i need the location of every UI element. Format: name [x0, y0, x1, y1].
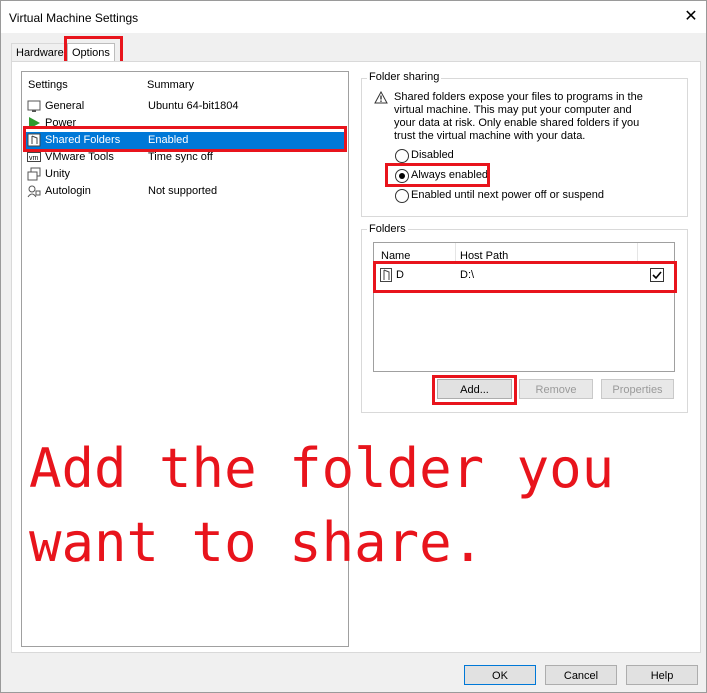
settings-column-header: Settings — [28, 79, 68, 91]
tab-hardware[interactable]: Hardware — [11, 43, 69, 62]
title-bar: Virtual Machine Settings ✕ — [1, 1, 706, 33]
folders-label: Folders — [367, 223, 408, 235]
summary-column-header: Summary — [147, 79, 195, 91]
folders-table-header: Name Host Path — [374, 243, 674, 262]
unity-icon — [27, 167, 41, 181]
radio-button[interactable] — [395, 149, 409, 163]
list-item-label: Autologin — [45, 185, 91, 197]
highlight-shared-folders — [23, 126, 347, 152]
radio-label: Disabled — [411, 149, 454, 161]
radio-button[interactable] — [395, 189, 409, 203]
help-button[interactable]: Help — [626, 665, 698, 685]
ok-button[interactable]: OK — [464, 665, 536, 685]
sharing-warning-text: Shared folders expose your files to prog… — [394, 91, 643, 142]
close-icon[interactable]: ✕ — [681, 7, 701, 27]
highlight-add-button — [432, 375, 517, 405]
list-item-unity[interactable]: Unity — [24, 166, 344, 183]
list-item-summary: Ubuntu 64-bit1804 — [148, 100, 239, 112]
folder-sharing-label: Folder sharing — [367, 71, 442, 83]
list-item-label: Unity — [45, 168, 71, 180]
list-item-label: General — [45, 100, 85, 112]
column-divider — [455, 243, 456, 261]
vmware-tools-icon: vm — [27, 150, 41, 164]
tab-hardware-label: Hardware — [16, 47, 64, 59]
cancel-button[interactable]: Cancel — [545, 665, 617, 685]
list-item-general[interactable]: General Ubuntu 64-bit1804 — [24, 98, 344, 115]
autologin-icon — [27, 184, 41, 198]
window-title: Virtual Machine Settings — [9, 11, 139, 25]
highlight-always-enabled — [385, 163, 490, 187]
annotation-line-2: want to share. — [29, 511, 485, 574]
list-item-summary: Not supported — [148, 185, 218, 197]
general-icon — [27, 99, 41, 113]
vm-settings-window: Virtual Machine Settings ✕ Hardware Opti… — [0, 0, 707, 693]
remove-folder-button[interactable]: Remove — [519, 379, 593, 399]
column-divider — [637, 243, 638, 261]
svg-text:vm: vm — [29, 155, 39, 162]
annotation-line-1: Add the folder you — [29, 437, 615, 500]
radio-label: Enabled until next power off or suspend — [411, 189, 605, 201]
warning-icon — [374, 90, 388, 107]
folder-properties-button[interactable]: Properties — [601, 379, 674, 399]
list-item-autologin[interactable]: Autologin Not supported — [24, 183, 344, 200]
highlight-folder-row — [373, 261, 677, 293]
